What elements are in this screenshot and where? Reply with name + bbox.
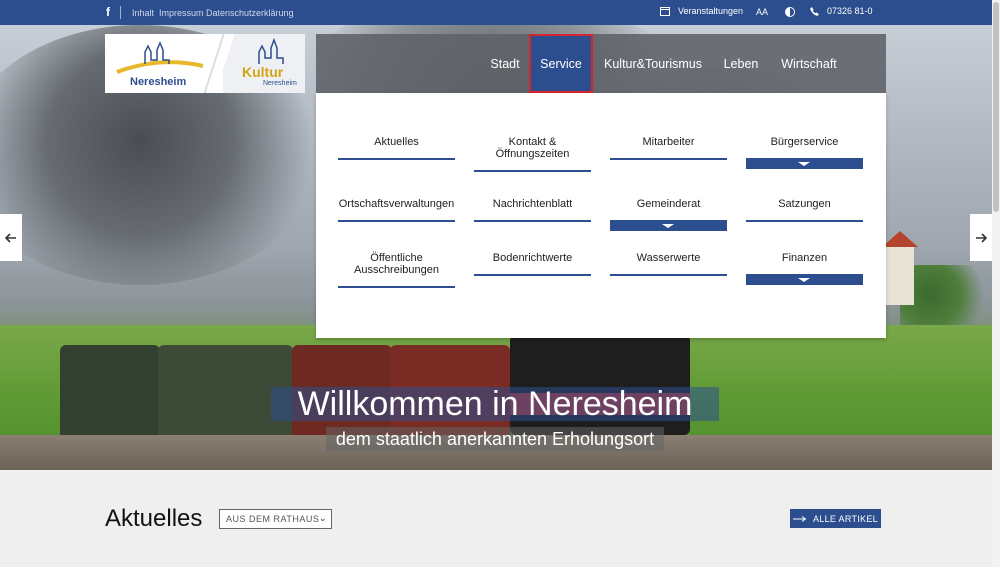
nav-item-kultur-tourismus[interactable]: Kultur&Tourismus	[600, 34, 706, 93]
slider-next-button[interactable]	[970, 214, 992, 261]
news-heading: Aktuelles	[105, 505, 203, 532]
select-value: AUS DEM RATHAUS	[226, 514, 320, 524]
menu-item-gemeinderat[interactable]: Gemeinderat	[610, 198, 727, 233]
menu-item-label: Bodenrichtwerte	[492, 252, 573, 264]
menu-item-underline	[338, 220, 455, 222]
all-articles-button[interactable]: ALLE ARTIKEL	[790, 509, 881, 528]
menu-item-ausschreibungen[interactable]: Öffentliche Ausschreibungen	[338, 252, 455, 288]
trees	[900, 265, 1000, 325]
arrow-left-icon	[5, 232, 16, 243]
service-dropdown-menu: Aktuelles Kontakt & Öffnungszeiten Mitar…	[316, 93, 886, 338]
expand-chevron-icon[interactable]	[746, 158, 863, 169]
menu-item-bodenrichtwerte[interactable]: Bodenrichtwerte	[474, 252, 591, 277]
logo-name-kultur: Kultur	[242, 64, 284, 80]
menu-item-finanzen[interactable]: Finanzen	[746, 252, 863, 287]
site-logo[interactable]: Neresheim Kultur Neresheim	[105, 34, 305, 93]
phone-link[interactable]: 07326 81-0	[810, 6, 873, 16]
phone-icon	[810, 6, 819, 16]
menu-item-satzungen[interactable]: Satzungen	[746, 198, 863, 223]
logo-name-neresheim: Neresheim	[130, 76, 187, 88]
menu-item-mitarbeiter[interactable]: Mitarbeiter	[610, 136, 727, 161]
nav-item-leben[interactable]: Leben	[718, 34, 764, 93]
arrow-right-icon	[976, 232, 987, 243]
nav-item-service[interactable]: Service	[529, 34, 593, 93]
main-navigation: Stadt Service Kultur&Tourismus Leben Wir…	[316, 34, 886, 93]
menu-item-underline	[610, 158, 727, 160]
train-car	[60, 345, 160, 435]
menu-item-underline	[746, 220, 863, 222]
menu-item-label: Ortschaftsverwaltungen	[338, 198, 455, 210]
menu-item-label: Satzungen	[778, 198, 831, 210]
menu-item-label: Mitarbeiter	[642, 136, 695, 148]
menu-item-kontakt[interactable]: Kontakt & Öffnungszeiten	[474, 136, 591, 172]
scrollbar-thumb[interactable]	[993, 2, 999, 212]
menu-item-wasserwerte[interactable]: Wasserwerte	[610, 252, 727, 277]
menu-item-buergerservice[interactable]: Bürgerservice	[746, 136, 863, 171]
nav-item-stadt[interactable]: Stadt	[484, 34, 526, 93]
topbar-divider	[120, 6, 121, 19]
expand-chevron-icon[interactable]	[746, 274, 863, 285]
menu-item-ortschaftsverwaltungen[interactable]: Ortschaftsverwaltungen	[338, 198, 455, 223]
menu-item-label: Nachrichtenblatt	[492, 198, 573, 210]
contrast-icon[interactable]	[785, 7, 795, 17]
all-articles-label: ALLE ARTIKEL	[813, 513, 878, 524]
facebook-icon[interactable]: f	[106, 5, 110, 19]
news-category-select[interactable]: AUS DEM RATHAUS ⌄	[219, 509, 332, 529]
hero-subtitle: dem staatlich anerkannten Erholungsort	[326, 427, 664, 451]
chevron-down-icon: ⌄	[318, 513, 327, 523]
menu-item-label: Öffentliche Ausschreibungen	[353, 252, 439, 276]
menu-item-label: Aktuelles	[374, 136, 419, 148]
menu-item-underline	[474, 220, 591, 222]
events-link[interactable]: Veranstaltungen	[660, 6, 743, 16]
menu-item-label: Finanzen	[781, 252, 828, 264]
menu-item-label: Wasserwerte	[636, 252, 701, 264]
slider-prev-button[interactable]	[0, 214, 22, 261]
menu-item-label: Bürgerservice	[770, 136, 839, 148]
link-impressum[interactable]: Impressum	[159, 8, 204, 18]
expand-chevron-icon[interactable]	[610, 220, 727, 231]
phone-number: 07326 81-0	[827, 6, 873, 16]
menu-item-label: Kontakt & Öffnungszeiten	[495, 136, 570, 160]
events-label: Veranstaltungen	[678, 6, 744, 16]
link-inhalt[interactable]: Inhalt	[132, 8, 154, 18]
menu-item-underline	[610, 274, 727, 276]
church-building	[882, 231, 918, 305]
menu-item-underline	[338, 158, 455, 160]
menu-item-underline	[474, 170, 591, 172]
menu-item-underline	[474, 274, 591, 276]
page-scrollbar[interactable]	[992, 0, 1000, 567]
abbey-icon	[116, 41, 204, 74]
arrow-right-icon	[793, 515, 807, 522]
top-bar: f Inhalt Impressum Datenschutzerklärung …	[0, 0, 1000, 25]
font-size-icon[interactable]: AA	[756, 7, 768, 17]
abbey-icon	[258, 38, 284, 64]
calendar-icon	[660, 7, 670, 16]
menu-item-aktuelles[interactable]: Aktuelles	[338, 136, 455, 161]
hero-title: Willkommen in Neresheim	[271, 387, 719, 421]
news-section: Aktuelles AUS DEM RATHAUS ⌄ ALLE ARTIKEL	[0, 470, 1000, 567]
link-datenschutz[interactable]: Datenschutzerklärung	[206, 8, 294, 18]
logo-sub-neresheim: Neresheim	[263, 80, 297, 87]
menu-item-label: Gemeinderat	[636, 198, 701, 210]
menu-item-underline	[338, 286, 455, 288]
menu-item-nachrichtenblatt[interactable]: Nachrichtenblatt	[474, 198, 591, 223]
nav-item-wirtschaft[interactable]: Wirtschaft	[776, 34, 842, 93]
